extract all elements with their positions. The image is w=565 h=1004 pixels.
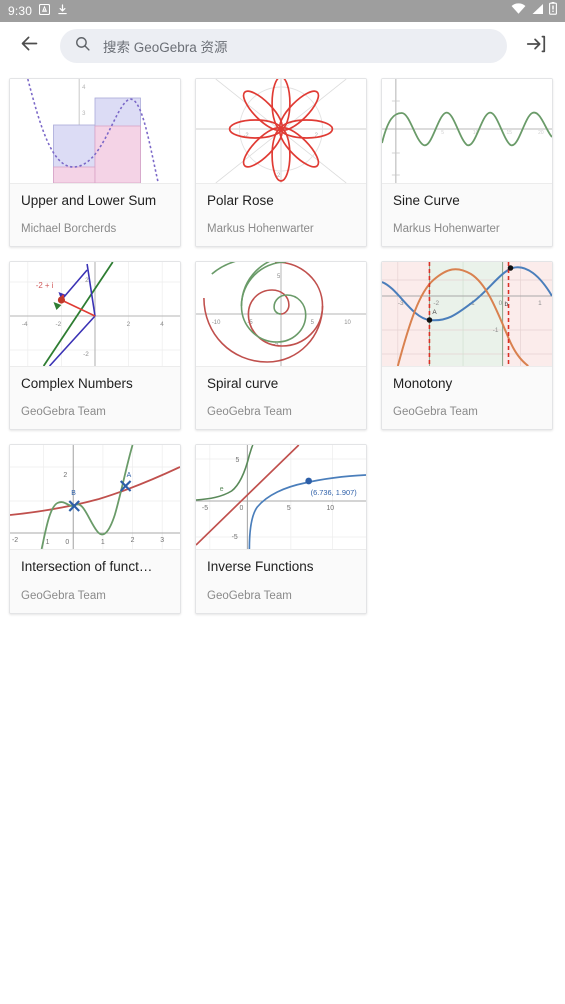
svg-text:15: 15 [507,130,513,136]
svg-text:A: A [127,472,132,479]
card-body: Inverse Functions GeoGebra Team [196,549,366,613]
card-body: Complex Numbers GeoGebra Team [10,366,180,430]
monotony-thumbnail: -3 -2 -1 0 1 -1 A b [382,262,552,367]
sign-in-icon [525,33,547,60]
card-title: Upper and Lower Sum [21,193,157,208]
status-bar-right [511,2,557,20]
svg-text:5: 5 [441,130,444,136]
svg-text:e: e [220,486,224,493]
card-author: Michael Borcherds [21,223,117,236]
status-bar: 9:30 [0,0,565,22]
svg-text:-2 + i: -2 + i [36,281,54,290]
card-body: Polar Rose Markus Hohenwarter [196,183,366,247]
resource-card[interactable]: -2 2 -2 Polar Rose Markus Hohenwarter [195,78,367,248]
complex-numbers-thumbnail: -4 -2 24 2 -2 -2 + i [10,262,180,367]
svg-text:1: 1 [46,539,50,546]
card-author: GeoGebra Team [393,406,478,419]
svg-text:4: 4 [160,321,164,328]
svg-text:3: 3 [160,537,164,544]
card-body: Spiral curve GeoGebra Team [196,366,366,430]
wifi-icon [511,2,526,20]
battery-icon [549,2,557,20]
svg-text:0: 0 [499,300,503,307]
svg-text:0: 0 [239,505,243,512]
card-author: GeoGebra Team [207,406,292,419]
resource-card[interactable]: -2 1 0 1 2 3 2 B A Intersection of funct… G… [9,444,181,614]
svg-text:0: 0 [65,539,69,546]
svg-text:-2: -2 [12,537,18,544]
svg-text:20: 20 [538,130,544,136]
card-body: Upper and Lower Sum Michael Borcherds [10,183,180,247]
sign-in-button[interactable] [521,31,551,61]
svg-text:-1: -1 [493,327,499,334]
card-title: Spiral curve [207,376,279,392]
card-author: Markus Hohenwarter [393,223,500,236]
card-body: Intersection of funct… GeoGebra Team [10,549,180,613]
svg-text:B: B [71,490,76,497]
sine-curve-thumbnail: 5 10 15 20 [382,79,552,183]
status-bar-clock: 9:30 [8,4,33,18]
svg-text:-4: -4 [22,321,28,328]
svg-text:-5: -5 [232,534,238,541]
svg-text:1: 1 [538,300,542,307]
point-label: (6.736, 1.907) [311,488,358,497]
card-author: GeoGebra Team [207,589,292,602]
card-title: Inverse Functions [207,559,314,575]
screenshot-icon [39,2,51,20]
back-button[interactable] [14,31,44,61]
resource-card[interactable]: -4 -2 24 2 -2 -2 + i Complex Numbers GeoGe… [9,261,181,431]
resource-card[interactable]: -5 0 5 10 5 -5 (6.736, 1.907) e Inverse Fun… [195,444,367,614]
signal-icon [531,2,544,20]
svg-text:10: 10 [326,505,334,512]
svg-text:5: 5 [236,457,240,464]
download-icon [57,2,68,20]
resource-card[interactable]: 5 10 15 20 Sine Curve Markus Hohenwarter [381,78,553,248]
search-input[interactable]: 搜索 GeoGebra 资源 [60,29,507,63]
card-author: Markus Hohenwarter [207,223,314,236]
svg-text:b: b [505,301,509,308]
svg-text:5: 5 [287,505,291,512]
svg-text:-2: -2 [433,300,439,307]
card-author: GeoGebra Team [21,406,106,419]
svg-text:2: 2 [131,537,135,544]
arrow-back-icon [19,33,40,59]
intersection-of-functions-thumbnail: -2 1 0 1 2 3 2 B A [10,445,180,550]
search-placeholder-text: 搜索 GeoGebra 资源 [103,40,228,55]
card-title: Complex Numbers [21,376,133,392]
resource-card-grid: 4 3 2 1 Upper and Lower Sum Michael Borc… [0,70,565,614]
card-title: Intersection of funct… [21,559,153,575]
svg-text:10: 10 [344,320,351,326]
svg-text:2: 2 [63,472,67,479]
polar-rose-thumbnail: -2 2 -2 [196,79,366,183]
svg-text:-10: -10 [212,320,221,326]
card-title: Sine Curve [393,193,460,208]
resource-card[interactable]: -10 -5 5 10 5 -5 Spiral curve GeoGebra Team [195,261,367,431]
card-author: GeoGebra Team [21,589,106,602]
svg-text:-2: -2 [55,321,61,328]
inverse-functions-thumbnail: -5 0 5 10 5 -5 (6.736, 1.907) e [196,445,366,550]
spiral-curve-thumbnail: -10 -5 5 10 5 -5 [196,262,366,367]
svg-text:-5: -5 [202,505,208,512]
card-title: Monotony [393,376,453,392]
card-title: Polar Rose [207,193,274,208]
svg-text:A: A [432,309,437,316]
svg-text:-2: -2 [83,351,89,358]
svg-text:2: 2 [127,321,131,328]
card-body: Monotony GeoGebra Team [382,366,552,430]
search-icon [74,35,91,57]
resource-card[interactable]: -3 -2 -1 0 1 -1 A b Monotony GeoGebra Team [381,261,553,431]
upper-lower-sum-thumbnail: 4 3 2 1 [10,79,180,183]
search-toolbar: 搜索 GeoGebra 资源 [0,22,565,70]
card-body: Sine Curve Markus Hohenwarter [382,183,552,247]
svg-text:1: 1 [101,539,105,546]
status-bar-left: 9:30 [8,2,68,20]
resource-card[interactable]: 4 3 2 1 Upper and Lower Sum Michael Borc… [9,78,181,248]
